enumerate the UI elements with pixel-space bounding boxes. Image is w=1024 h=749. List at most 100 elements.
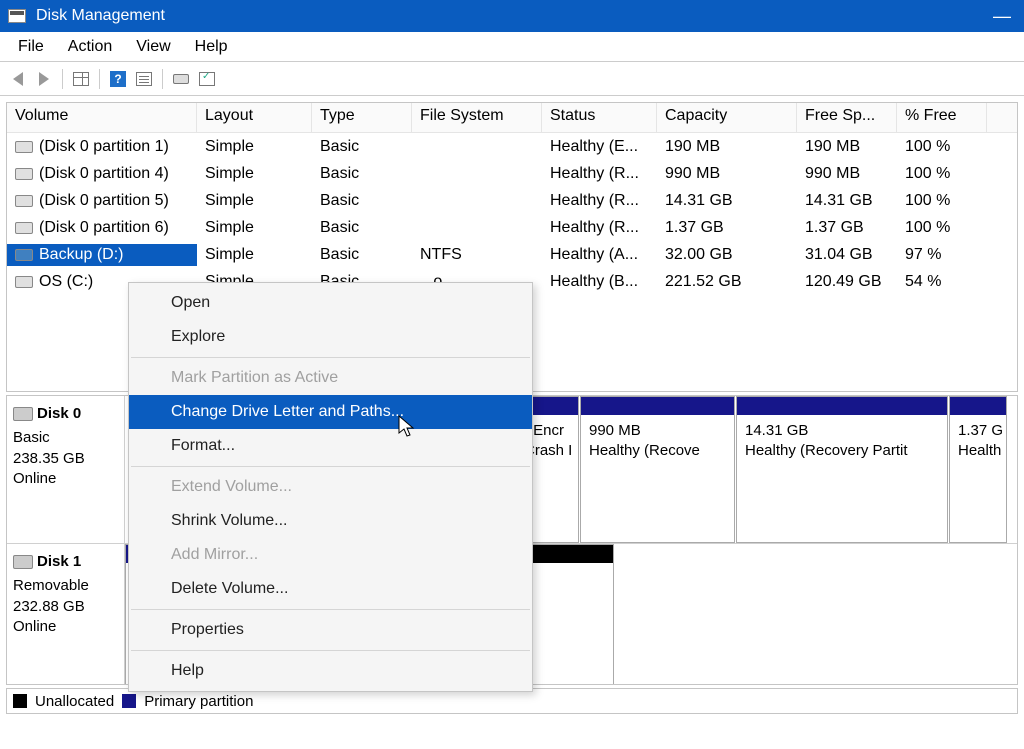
volume-freespace: 1.37 GB bbox=[797, 217, 897, 239]
context-menu-item[interactable]: Help bbox=[129, 654, 532, 688]
volume-icon bbox=[15, 195, 33, 207]
volume-freespace: 190 MB bbox=[797, 136, 897, 158]
arrow-right-icon bbox=[39, 72, 49, 86]
volume-layout: Simple bbox=[197, 163, 312, 185]
volume-name: Backup (D:) bbox=[39, 246, 123, 264]
disk-name: Disk 1 bbox=[37, 552, 81, 572]
volume-freespace: 990 MB bbox=[797, 163, 897, 185]
help-icon: ? bbox=[110, 71, 126, 87]
refresh-view-button[interactable] bbox=[132, 67, 156, 91]
show-hide-columns-button[interactable] bbox=[69, 67, 93, 91]
context-menu-item[interactable]: Open bbox=[129, 286, 532, 320]
partition-size: 14.31 GB bbox=[745, 421, 939, 441]
volume-filesystem bbox=[412, 172, 542, 176]
volume-name: OS (C:) bbox=[39, 273, 93, 291]
volume-freespace: 14.31 GB bbox=[797, 190, 897, 212]
col-volume[interactable]: Volume bbox=[7, 103, 197, 132]
disk-info[interactable]: Disk 0Basic238.35 GBOnline bbox=[7, 396, 125, 543]
disk-icon bbox=[173, 74, 189, 84]
volume-filesystem: NTFS bbox=[412, 244, 542, 266]
volume-icon bbox=[15, 141, 33, 153]
volume-percentfree: 100 % bbox=[897, 217, 987, 239]
volume-filesystem bbox=[412, 199, 542, 203]
col-status[interactable]: Status bbox=[542, 103, 657, 132]
volume-status: Healthy (R... bbox=[542, 163, 657, 185]
context-menu-separator bbox=[131, 357, 530, 358]
volume-name: (Disk 0 partition 1) bbox=[39, 138, 169, 156]
col-percentfree[interactable]: % Free bbox=[897, 103, 987, 132]
disk-size: 232.88 GB bbox=[13, 597, 118, 617]
volume-type: Basic bbox=[312, 217, 412, 239]
volume-row[interactable]: (Disk 0 partition 5)SimpleBasicHealthy (… bbox=[7, 187, 1017, 214]
volume-capacity: 14.31 GB bbox=[657, 190, 797, 212]
partition[interactable]: 14.31 GBHealthy (Recovery Partit bbox=[736, 396, 948, 543]
disk-state: Online bbox=[13, 469, 118, 489]
properties-button[interactable] bbox=[195, 67, 219, 91]
col-type[interactable]: Type bbox=[312, 103, 412, 132]
partition[interactable]: 990 MBHealthy (Recove bbox=[580, 396, 735, 543]
volume-filesystem bbox=[412, 145, 542, 149]
menu-action[interactable]: Action bbox=[56, 34, 124, 60]
volume-row[interactable]: (Disk 0 partition 1)SimpleBasicHealthy (… bbox=[7, 133, 1017, 160]
partition[interactable]: 1.37 GHealth bbox=[949, 396, 1007, 543]
col-capacity[interactable]: Capacity bbox=[657, 103, 797, 132]
titlebar: Disk Management — bbox=[0, 0, 1024, 32]
disk-info[interactable]: Disk 1Removable232.88 GBOnline bbox=[7, 544, 125, 685]
volume-list[interactable]: (Disk 0 partition 1)SimpleBasicHealthy (… bbox=[7, 133, 1017, 295]
volume-layout: Simple bbox=[197, 190, 312, 212]
toolbar: ? bbox=[0, 62, 1024, 96]
menu-file[interactable]: File bbox=[6, 34, 56, 60]
volume-icon bbox=[15, 276, 33, 288]
context-menu-item[interactable]: Shrink Volume... bbox=[129, 504, 532, 538]
volume-row[interactable]: (Disk 0 partition 4)SimpleBasicHealthy (… bbox=[7, 160, 1017, 187]
forward-button[interactable] bbox=[32, 67, 56, 91]
disk-type: Basic bbox=[13, 428, 118, 448]
minimize-button[interactable]: — bbox=[992, 6, 1012, 27]
properties-icon bbox=[199, 72, 215, 86]
unallocated-swatch bbox=[13, 694, 27, 708]
context-menu-item[interactable]: Properties bbox=[129, 613, 532, 647]
cursor-icon bbox=[398, 415, 418, 443]
volume-name: (Disk 0 partition 5) bbox=[39, 192, 169, 210]
volume-capacity: 990 MB bbox=[657, 163, 797, 185]
volume-capacity: 190 MB bbox=[657, 136, 797, 158]
volume-percentfree: 97 % bbox=[897, 244, 987, 266]
volume-freespace: 31.04 GB bbox=[797, 244, 897, 266]
volume-type: Basic bbox=[312, 190, 412, 212]
context-menu-item[interactable]: Delete Volume... bbox=[129, 572, 532, 606]
volume-type: Basic bbox=[312, 136, 412, 158]
toolbar-divider bbox=[99, 69, 100, 89]
back-button[interactable] bbox=[6, 67, 30, 91]
volume-list-header: Volume Layout Type File System Status Ca… bbox=[7, 103, 1017, 133]
volume-layout: Simple bbox=[197, 136, 312, 158]
volume-row[interactable]: Backup (D:)SimpleBasicNTFSHealthy (A...3… bbox=[7, 241, 1017, 268]
volume-icon bbox=[15, 168, 33, 180]
volume-layout: Simple bbox=[197, 244, 312, 266]
volume-row[interactable]: (Disk 0 partition 6)SimpleBasicHealthy (… bbox=[7, 214, 1017, 241]
help-button[interactable]: ? bbox=[106, 67, 130, 91]
volume-status: Healthy (R... bbox=[542, 217, 657, 239]
context-menu-item[interactable]: Format... bbox=[129, 429, 532, 463]
menu-help[interactable]: Help bbox=[183, 34, 240, 60]
context-menu-item: Mark Partition as Active bbox=[129, 361, 532, 395]
menu-view[interactable]: View bbox=[124, 34, 182, 60]
volume-filesystem bbox=[412, 226, 542, 230]
volume-type: Basic bbox=[312, 244, 412, 266]
partition-size: 990 MB bbox=[589, 421, 726, 441]
disk-state: Online bbox=[13, 617, 118, 637]
volume-percentfree: 100 % bbox=[897, 163, 987, 185]
toolbar-divider bbox=[162, 69, 163, 89]
partition-size: 1.37 G bbox=[958, 421, 998, 441]
disk-view-button[interactable] bbox=[169, 67, 193, 91]
legend-unallocated: Unallocated bbox=[35, 693, 114, 710]
partition-stripe bbox=[950, 397, 1006, 415]
legend-primary: Primary partition bbox=[144, 693, 253, 710]
col-filesystem[interactable]: File System bbox=[412, 103, 542, 132]
col-freespace[interactable]: Free Sp... bbox=[797, 103, 897, 132]
window-title: Disk Management bbox=[36, 7, 165, 25]
col-layout[interactable]: Layout bbox=[197, 103, 312, 132]
partition-status: Healthy (Recovery Partit bbox=[745, 441, 939, 461]
disk-icon bbox=[13, 407, 33, 421]
context-menu-item[interactable]: Change Drive Letter and Paths... bbox=[129, 395, 532, 429]
context-menu-item[interactable]: Explore bbox=[129, 320, 532, 354]
